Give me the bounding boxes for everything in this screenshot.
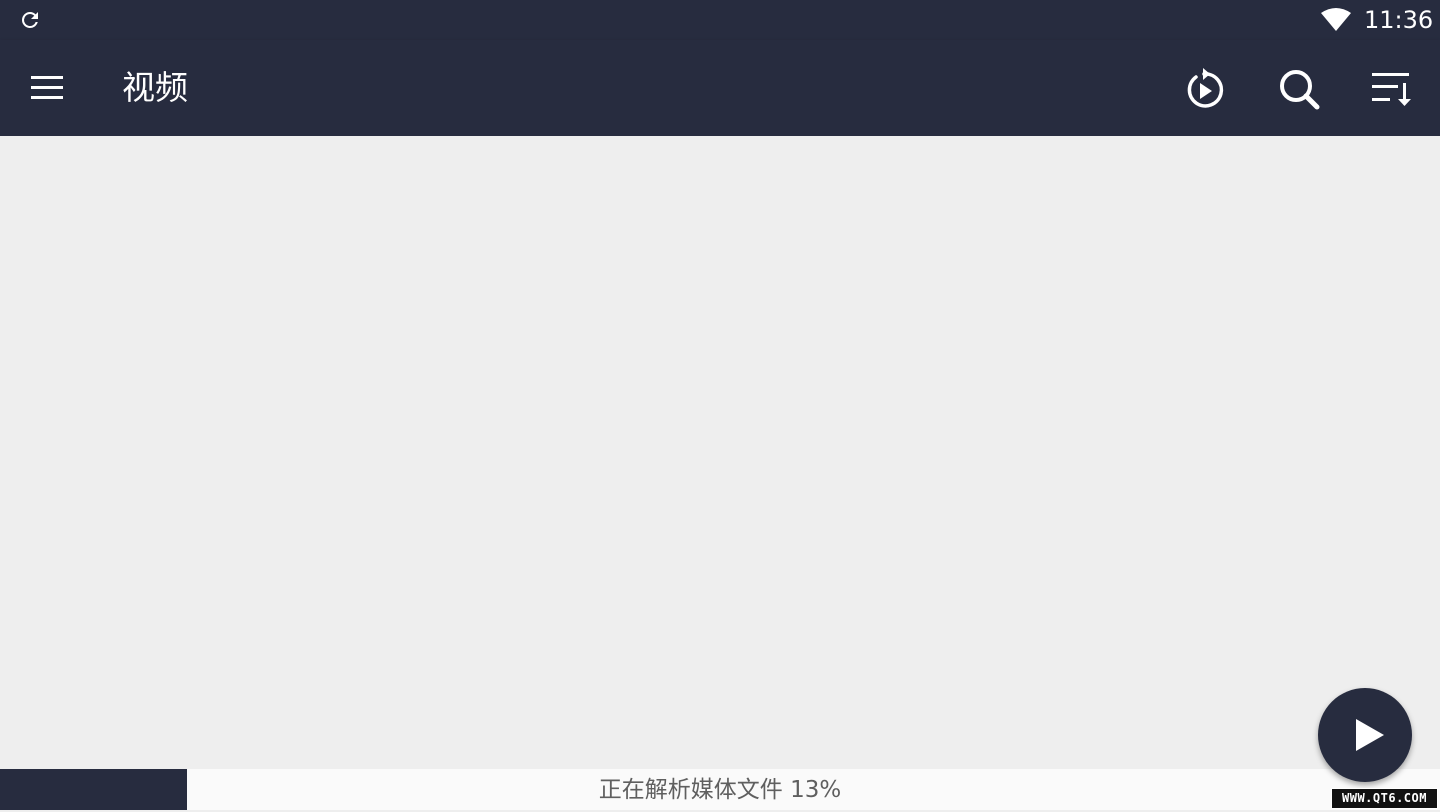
play-fab-button[interactable] xyxy=(1318,688,1412,782)
status-bar: 11:36 xyxy=(0,0,1440,40)
app-bar: 视频 xyxy=(0,40,1440,136)
menu-icon xyxy=(31,76,63,99)
scan-progress-bar: 正在解析媒体文件 13% xyxy=(0,769,1440,810)
wifi-icon xyxy=(1321,8,1351,31)
refresh-icon xyxy=(22,12,38,28)
page-title: 视频 xyxy=(122,68,188,107)
sort-icon xyxy=(1372,73,1411,106)
replay-play-icon xyxy=(1187,68,1224,108)
search-button[interactable] xyxy=(1274,64,1324,114)
play-icon xyxy=(1356,719,1384,751)
scan-progress-label: 正在解析媒体文件 13% xyxy=(598,777,842,803)
video-list-area xyxy=(0,136,1440,769)
watermark: WWW.QT6.COM xyxy=(1331,788,1438,809)
search-icon xyxy=(1280,70,1320,110)
resume-playback-button[interactable] xyxy=(1179,64,1229,114)
menu-button[interactable] xyxy=(22,62,72,112)
status-time: 11:36 xyxy=(1364,6,1434,34)
sort-button[interactable] xyxy=(1367,64,1417,114)
